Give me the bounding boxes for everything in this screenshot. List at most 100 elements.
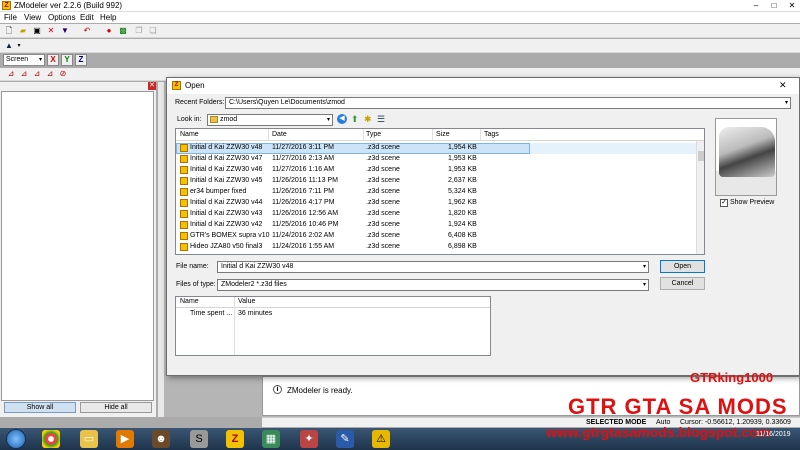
scale-tool-icon[interactable]: ⊿ [45, 69, 55, 79]
network-app-icon[interactable]: ▦ [262, 430, 280, 448]
menu-options[interactable]: Options [48, 13, 76, 22]
zmodeler-taskbar-icon[interactable]: Z [226, 430, 244, 448]
file-name: GTR's BOMEX supra v10 [190, 232, 270, 239]
dialog-close-icon[interactable]: ✕ [779, 80, 787, 91]
zmodeler-logo-icon: Z [2, 1, 11, 10]
file-row[interactable]: Initial d Kai ZZW30 v46 11/27/2016 1:16 … [176, 165, 704, 176]
rotate-tool-icon[interactable]: ⊿ [32, 69, 42, 79]
minimize-icon[interactable]: – [748, 0, 764, 11]
game-app-icon[interactable]: ☻ [152, 430, 170, 448]
file-size: 1,953 KB [448, 166, 477, 173]
object-tree-panel: ✕ [0, 82, 156, 417]
column-date[interactable]: Date [272, 131, 287, 138]
cancel-button[interactable]: Cancel [660, 277, 705, 290]
column-size[interactable]: Size [436, 131, 450, 138]
maximize-icon[interactable]: □ [766, 0, 782, 11]
warning-app-icon[interactable]: ⚠ [372, 430, 390, 448]
up-folder-icon[interactable]: ⬆ [351, 114, 359, 125]
scrollbar-thumb[interactable] [698, 151, 704, 161]
props-column-name: Name [180, 298, 199, 305]
file-date: 11/26/2016 12:56 AM [272, 210, 339, 217]
file-name: Initial d Kai ZZW30 v42 [190, 221, 263, 228]
tool-app-icon[interactable]: ✦ [300, 430, 318, 448]
light-icon[interactable]: ▲ [4, 41, 14, 51]
record-icon[interactable]: ● [104, 26, 114, 36]
file-explorer-icon[interactable]: ▭ [80, 430, 98, 448]
show-preview-checkbox[interactable]: ✓ [720, 199, 728, 207]
menu-help[interactable]: Help [100, 13, 116, 22]
render-icon[interactable]: ▩ [118, 26, 128, 36]
file-properties-table: Name Value Time spent ... 36 minutes [175, 296, 491, 356]
axis-x-button[interactable]: X [47, 54, 59, 66]
file-size: 5,324 KB [448, 188, 477, 195]
gta-sa-icon[interactable]: S [190, 430, 208, 448]
back-icon[interactable]: ◀ [337, 114, 347, 124]
column-type[interactable]: Type [366, 131, 381, 138]
file-list[interactable]: Name Date Type Size Tags Initial d Kai Z… [175, 128, 705, 255]
file-row[interactable]: Initial d Kai ZZW30 v42 11/25/2016 10:46… [176, 220, 704, 231]
no-entry-icon[interactable]: ⊘ [58, 69, 68, 79]
files-of-type-select[interactable]: ZModeler2 *.z3d files ▾ [217, 279, 649, 291]
file-list-scrollbar[interactable] [696, 141, 704, 254]
select-icon[interactable]: ▼ [60, 26, 70, 36]
axis-y-button[interactable]: Y [61, 54, 73, 66]
file-name-input[interactable]: Initial d Kai ZZW30 v48 ▾ [217, 261, 649, 273]
start-button[interactable] [6, 429, 26, 449]
chevron-down-icon[interactable]: ▾ [14, 41, 24, 51]
watermark-url: www.gtrgtasamods.blogspot.com [546, 424, 771, 440]
file-row[interactable]: Initial d Kai ZZW30 v45 11/26/2016 11:13… [176, 176, 704, 187]
file-row[interactable]: er34 bumper fixed 11/26/2016 7:11 PM .z3… [176, 187, 704, 198]
menu-edit[interactable]: Edit [80, 13, 94, 22]
select-tool-icon[interactable]: ⊿ [6, 69, 16, 79]
media-player-icon[interactable]: ▶ [116, 430, 134, 448]
file-size: 6,898 KB [448, 243, 477, 250]
open-button[interactable]: Open [660, 260, 705, 273]
look-in-combo[interactable]: zmod ▾ [207, 114, 333, 126]
chrome-icon[interactable] [42, 430, 60, 448]
show-all-button[interactable]: Show all [4, 402, 76, 413]
file-size: 2,637 KB [448, 177, 477, 184]
chevron-down-icon: ▾ [784, 100, 788, 106]
file-row[interactable]: Initial d Kai ZZW30 v43 11/26/2016 12:56… [176, 209, 704, 220]
file-row[interactable]: Initial d Kai ZZW30 v44 11/26/2016 4:17 … [176, 198, 704, 209]
paste-icon[interactable]: ❏ [148, 26, 158, 36]
new-folder-icon[interactable]: ✱ [364, 114, 372, 125]
z3d-file-icon [180, 232, 188, 240]
undo-icon[interactable]: ↶ [82, 26, 92, 36]
folder-icon [210, 116, 218, 123]
new-file-icon[interactable]: 🗋 [4, 26, 14, 36]
file-name: Initial d Kai ZZW30 v47 [190, 155, 263, 162]
column-name[interactable]: Name [180, 131, 199, 138]
open-folder-icon[interactable]: ▰ [18, 26, 28, 36]
hide-all-button[interactable]: Hide all [80, 402, 152, 413]
editor-app-icon[interactable]: ✎ [336, 430, 354, 448]
file-date: 11/27/2016 2:13 AM [272, 155, 335, 162]
menu-file[interactable]: File [4, 13, 17, 22]
axis-z-button[interactable]: Z [75, 54, 87, 66]
z3d-file-icon [180, 243, 188, 251]
save-icon[interactable]: ▣ [32, 26, 42, 36]
file-date: 11/26/2016 4:17 PM [272, 199, 335, 206]
file-type: .z3d scene [366, 177, 400, 184]
menu-view[interactable]: View [24, 13, 41, 22]
view-menu-icon[interactable]: ☰ [377, 114, 385, 125]
column-tags[interactable]: Tags [484, 131, 499, 138]
recent-folders-label: Recent Folders: [175, 99, 225, 106]
move-tool-icon[interactable]: ⊿ [19, 69, 29, 79]
view-mode-select[interactable]: Screen ▾ [3, 54, 45, 66]
file-row[interactable]: Hideo JZA80 v50 final3 11/24/2016 1:55 A… [176, 242, 704, 253]
file-row[interactable]: Initial d Kai ZZW30 v47 11/27/2016 2:13 … [176, 154, 704, 165]
file-type: .z3d scene [366, 155, 400, 162]
recent-folders-combo[interactable]: C:\Users\Quyen Le\Documents\zmod ▾ [225, 97, 791, 109]
file-date: 11/26/2016 11:13 PM [272, 177, 338, 184]
close-icon[interactable]: ✕ [784, 0, 800, 11]
file-type: .z3d scene [366, 243, 400, 250]
close-icon[interactable]: ✕ [148, 82, 156, 90]
zmodeler-logo-icon: Z [172, 81, 181, 90]
copy-icon[interactable]: ❐ [134, 26, 144, 36]
object-tree[interactable] [1, 91, 154, 401]
delete-icon[interactable]: ✕ [46, 26, 56, 36]
file-row[interactable]: GTR's BOMEX supra v10 11/24/2016 2:02 AM… [176, 231, 704, 242]
secondary-toolbar: ▲ ▾ [0, 39, 800, 53]
file-row[interactable]: Initial d Kai ZZW30 v48 11/27/2016 3:11 … [176, 143, 704, 154]
